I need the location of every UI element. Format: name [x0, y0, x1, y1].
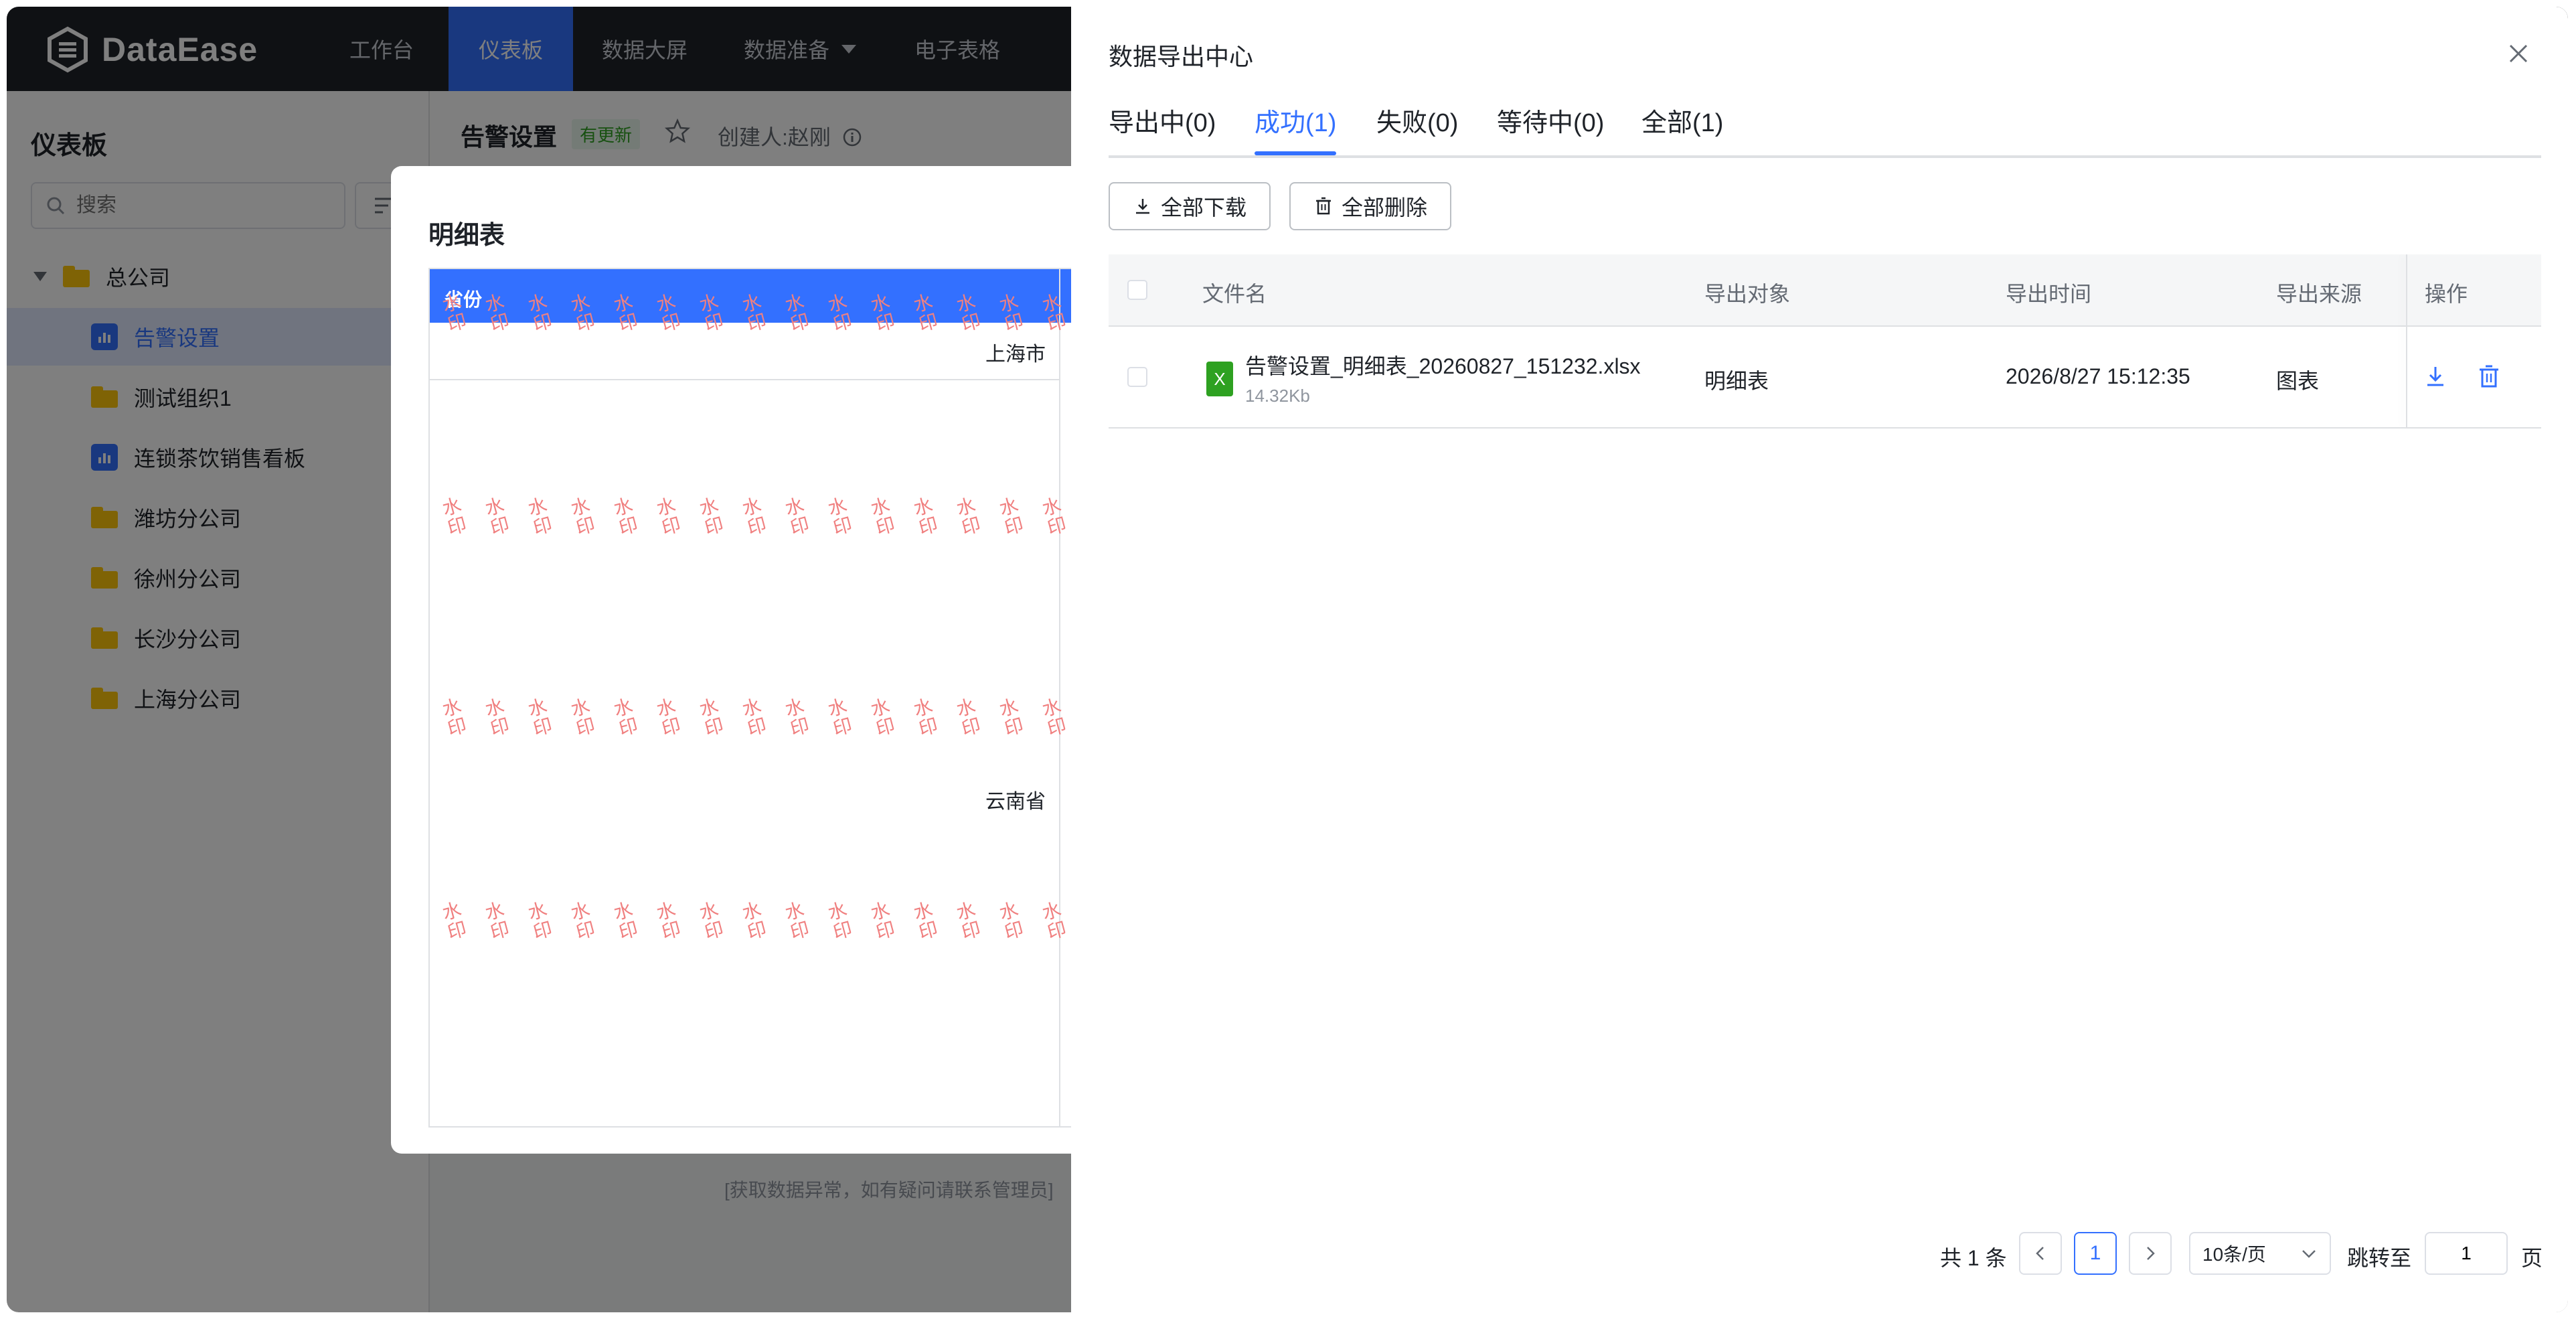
tab-exporting[interactable]: 导出中(0)	[1109, 102, 1216, 139]
jump-page-input[interactable]	[2425, 1232, 2508, 1275]
table-header: 文件名 导出对象 导出时间 导出来源 操作	[1109, 254, 2541, 327]
column-filename: 文件名	[1202, 282, 1267, 306]
download-all-label: 全部下载	[1160, 196, 1246, 220]
page-size-value: 10条/页	[2202, 1244, 2266, 1265]
row-object: 明细表	[1704, 369, 1769, 393]
ops-column-divider	[2406, 254, 2407, 427]
column-ops: 操作	[2425, 282, 2468, 306]
download-icon	[1135, 199, 1149, 214]
chevron-down-icon	[2302, 1250, 2316, 1258]
delete-all-label: 全部删除	[1341, 196, 1427, 220]
download-icon[interactable]	[2422, 363, 2449, 390]
app-window: DataEase 工作台 仪表板 数据大屏 数据准备 电子表格 仪表板	[7, 7, 2568, 1312]
drawer-title: 数据导出中心	[1109, 43, 1254, 70]
row-source: 图表	[2276, 369, 2320, 393]
download-all-button[interactable]: 全部下载	[1109, 182, 1271, 230]
column-object: 导出对象	[1704, 282, 1791, 306]
row-filename: 告警设置_明细表_20260827_151232.xlsx	[1245, 354, 1641, 378]
total-count: 共 1 条	[1940, 1246, 2007, 1270]
excel-file-icon: X	[1206, 362, 1233, 396]
page-size-select[interactable]: 10条/页	[2189, 1232, 2331, 1275]
row-checkbox[interactable]	[1127, 367, 1147, 387]
column-source: 导出来源	[2276, 282, 2362, 306]
page-1-button[interactable]: 1	[2074, 1232, 2117, 1275]
column-time: 导出时间	[2006, 282, 2092, 306]
detail-cell: 上海市	[985, 343, 1046, 366]
next-page-button[interactable]	[2129, 1232, 2172, 1275]
delete-all-button[interactable]: 全部删除	[1289, 182, 1451, 230]
detail-cell: 云南省	[985, 791, 1046, 813]
detail-dialog-title: 明细表	[428, 222, 505, 250]
row-filesize: 14.32Kb	[1245, 386, 1310, 406]
jump-label: 跳转至	[2347, 1246, 2412, 1270]
export-status-tabs: 导出中(0) 成功(1) 失败(0) 等待中(0) 全部(1)	[1109, 95, 2541, 158]
export-center-drawer: 数据导出中心 导出中(0) 成功(1) 失败(0) 等待中(0) 全部(1) 全…	[1071, 7, 2568, 1312]
chevron-right-icon	[2147, 1247, 2155, 1260]
tab-success[interactable]: 成功(1)	[1255, 102, 1336, 139]
select-all-checkbox[interactable]	[1127, 280, 1147, 300]
table-row: X 告警设置_明细表_20260827_151232.xlsx 14.32Kb …	[1109, 327, 2541, 429]
detail-dialog: 明细表 省份 上海市 云南省 水印 水印 水印 水印 水印 水印 水印 水印 水印 水印 水印 水印水…	[391, 166, 1127, 1154]
trash-icon	[1315, 197, 1331, 215]
prev-page-button[interactable]	[2019, 1232, 2062, 1275]
row-time: 2026/8/27 15:12:35	[2006, 364, 2190, 388]
tab-failed[interactable]: 失败(0)	[1376, 102, 1458, 139]
pagination: 共 1 条 1 10条/页 跳转至 页	[1071, 1232, 2568, 1275]
trash-icon[interactable]	[2476, 363, 2502, 390]
detail-table: 省份 上海市 云南省 水印 水印 水印 水印 水印 水印 水印 水印 水印 水印 水印 水印 水印 水印水…	[428, 268, 1127, 1128]
active-tab-indicator	[1255, 151, 1336, 155]
detail-row: 云南省	[430, 379, 1059, 1126]
close-icon[interactable]	[2502, 37, 2534, 70]
chevron-left-icon	[2036, 1247, 2044, 1260]
page-suffix: 页	[2521, 1246, 2543, 1270]
tab-all[interactable]: 全部(1)	[1641, 102, 1723, 139]
tab-waiting[interactable]: 等待中(0)	[1497, 102, 1604, 139]
